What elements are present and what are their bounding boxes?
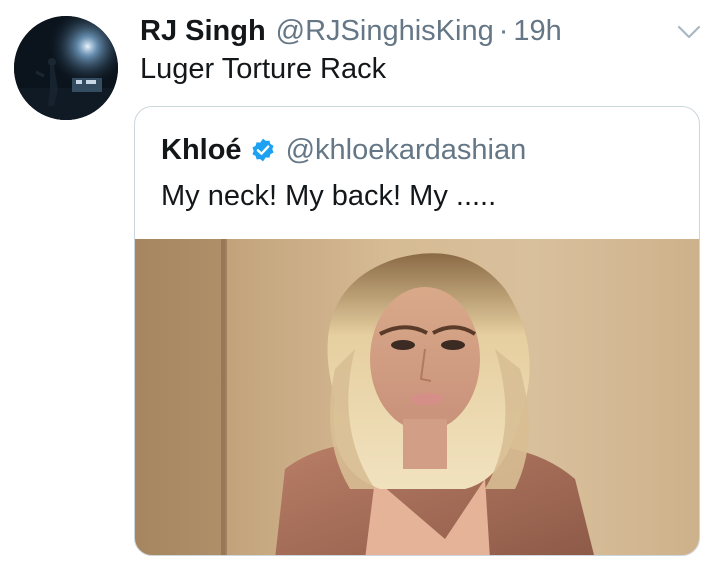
display-name[interactable]: RJ Singh (140, 14, 266, 48)
quoted-user-handle[interactable]: @khloekardashian (286, 133, 527, 167)
timestamp[interactable]: 19h (513, 14, 561, 48)
tweet[interactable]: RJ Singh @RJSinghisKing · 19h Luger Tort… (0, 0, 715, 563)
quoted-display-name[interactable]: Khloé (161, 133, 242, 167)
quoted-tweet-photo[interactable] (135, 239, 699, 555)
tweet-text: Luger Torture Rack (140, 53, 387, 85)
quoted-tweet-card[interactable]: Khloé @khloekardashian My neck! My back!… (134, 106, 700, 556)
quoted-tweet-header: Khloé @khloekardashian (161, 133, 526, 167)
verified-badge-icon (250, 137, 276, 163)
concert-avatar-image (14, 16, 118, 120)
separator-dot: · (498, 15, 509, 47)
tweet-header: RJ Singh @RJSinghisKing · 19h (140, 14, 562, 48)
chevron-down-icon[interactable] (676, 22, 702, 42)
quoted-tweet-text: My neck! My back! My ..... (161, 180, 497, 212)
user-handle[interactable]: @RJSinghisKing (276, 14, 494, 48)
user-avatar[interactable] (14, 16, 118, 120)
